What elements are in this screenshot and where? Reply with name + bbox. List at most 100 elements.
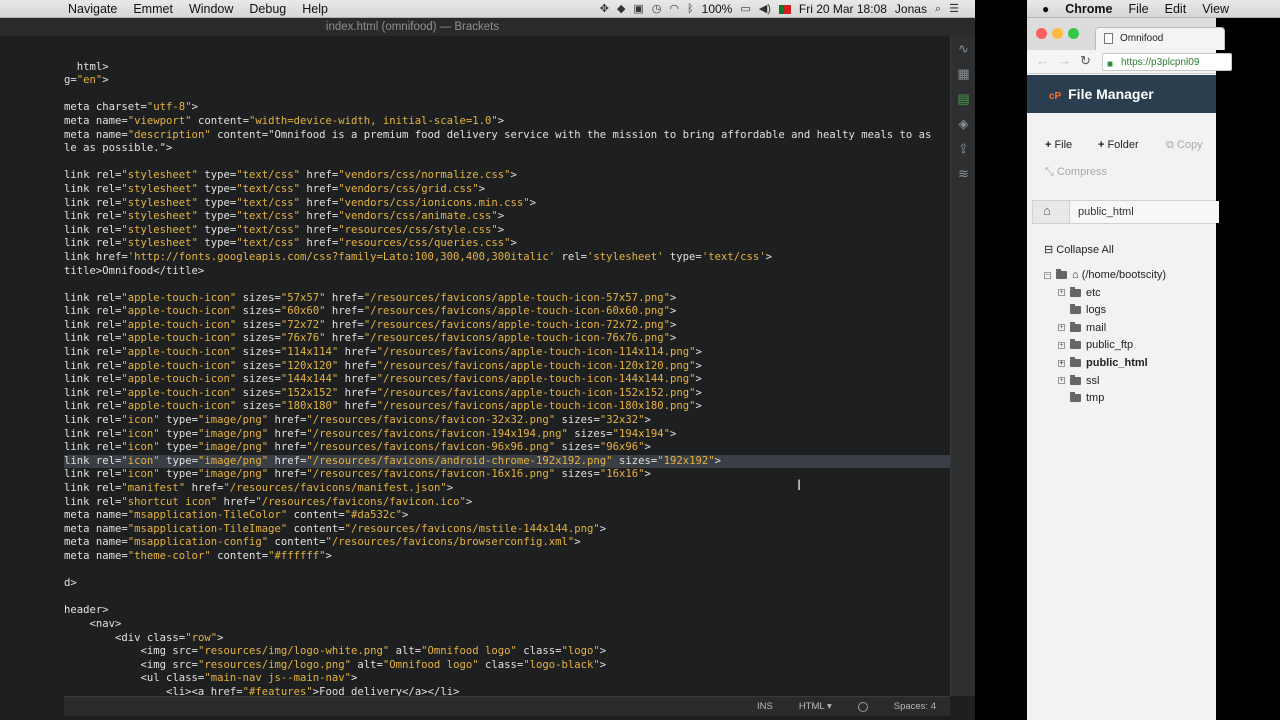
code-line[interactable] — [64, 278, 950, 292]
folder-etc[interactable]: + etc — [1044, 285, 1166, 303]
language-select[interactable]: HTML ▾ — [799, 701, 832, 712]
code-line[interactable]: <img src="resources/img/logo.png" alt="O… — [64, 659, 950, 673]
close-window-icon[interactable] — [1036, 28, 1047, 39]
indent-spaces[interactable]: Spaces: 4 — [894, 701, 936, 712]
code-line[interactable]: link rel="stylesheet" type="text/css" hr… — [64, 169, 950, 183]
code-line[interactable]: meta name="msapplication-TileColor" cont… — [64, 509, 950, 523]
expand-tree-icon[interactable]: + — [1058, 359, 1065, 367]
folder-public-ftp[interactable]: + public_ftp — [1044, 337, 1166, 355]
code-line[interactable]: link rel="stylesheet" type="text/css" hr… — [64, 237, 950, 251]
wifi-icon[interactable]: ◠ — [669, 0, 679, 18]
collapse-all-button[interactable]: ⊟ Collapse All — [1044, 243, 1114, 256]
screen-record-icon[interactable]: ▣ — [633, 0, 643, 18]
battery-icon[interactable]: ▭ — [740, 0, 750, 18]
code-line[interactable]: link rel="stylesheet" type="text/css" hr… — [64, 197, 950, 211]
code-line[interactable]: <img src="resources/img/logo-white.png" … — [64, 645, 950, 659]
code-line[interactable]: link rel="stylesheet" type="text/css" hr… — [64, 210, 950, 224]
code-line[interactable]: meta name="description" content="Omnifoo… — [64, 129, 950, 143]
linter-status-icon[interactable] — [857, 701, 868, 712]
code-editor[interactable]: html> g="en"> meta charset="utf-8"> meta na… — [64, 36, 950, 696]
menu-edit[interactable]: Edit — [1165, 2, 1203, 16]
code-line[interactable]: link rel="stylesheet" type="text/css" hr… — [64, 183, 950, 197]
code-line[interactable]: meta name="msapplication-TileImage" cont… — [64, 523, 950, 537]
extension-gift-icon[interactable]: ▤ — [951, 86, 976, 111]
dropbox-icon[interactable]: ✥ — [600, 0, 609, 18]
git-icon[interactable]: ◈ — [951, 111, 976, 136]
code-line[interactable]: link href='http://fonts.googleapis.com/c… — [64, 251, 950, 265]
code-line[interactable]: meta charset="utf-8"> — [64, 101, 950, 115]
folder-tmp[interactable]: tmp — [1044, 390, 1166, 408]
path-input[interactable]: public_html — [1069, 201, 1219, 223]
menu-help[interactable]: Help — [294, 0, 336, 18]
code-line[interactable] — [64, 47, 950, 61]
code-line[interactable]: <div class="row"> — [64, 632, 950, 646]
code-line[interactable]: <li><a href="#features">Food delivery</a… — [64, 686, 950, 696]
code-line[interactable]: link rel="apple-touch-icon" sizes="72x72… — [64, 319, 950, 333]
code-line[interactable]: meta name="msapplication-config" content… — [64, 536, 950, 550]
tree-root[interactable]: − ⌂ (/home/bootscity) — [1044, 267, 1166, 285]
live-preview-icon[interactable]: ∿ — [951, 36, 976, 61]
code-line[interactable]: link rel="apple-touch-icon" sizes="114x1… — [64, 346, 950, 360]
code-line[interactable]: link rel="icon" type="image/png" href="/… — [64, 454, 950, 469]
new-folder-button[interactable]: + Folder — [1098, 139, 1139, 151]
code-line[interactable]: meta name="viewport" content="width=devi… — [64, 115, 950, 129]
url-input[interactable]: ■ https://p3plcpnl09 — [1102, 53, 1232, 71]
code-line[interactable]: link rel="shortcut icon" href="/resource… — [64, 496, 950, 510]
code-line[interactable]: <ul class="main-nav js--main-nav"> — [64, 672, 950, 686]
menu-debug[interactable]: Debug — [241, 0, 294, 18]
volume-icon[interactable]: ◀) — [759, 0, 771, 18]
evernote-icon[interactable]: ◆ — [617, 0, 625, 18]
code-line[interactable]: link rel="apple-touch-icon" sizes="144x1… — [64, 373, 950, 387]
expand-tree-icon[interactable]: + — [1058, 341, 1065, 349]
code-line[interactable] — [64, 564, 950, 578]
layers-icon[interactable]: ≋ — [951, 161, 976, 186]
menu-window[interactable]: Window — [181, 0, 241, 18]
code-line[interactable]: link rel="manifest" href="/resources/fav… — [64, 482, 950, 496]
expand-tree-icon[interactable]: + — [1058, 377, 1065, 385]
code-line[interactable]: link rel="icon" type="image/png" href="/… — [64, 441, 950, 455]
copy-button[interactable]: ⧉ Copy — [1166, 139, 1203, 152]
code-line[interactable]: link rel="apple-touch-icon" sizes="57x57… — [64, 292, 950, 306]
code-line[interactable]: link rel="icon" type="image/png" href="/… — [64, 468, 950, 482]
time-machine-icon[interactable]: ◷ — [652, 0, 662, 18]
spotlight-search-icon[interactable]: ⌕ — [935, 0, 941, 18]
bluetooth-icon[interactable]: ᛒ — [687, 0, 694, 18]
menu-emmet[interactable]: Emmet — [125, 0, 181, 18]
code-line[interactable]: link rel="apple-touch-icon" sizes="60x60… — [64, 305, 950, 319]
code-line[interactable]: link rel="icon" type="image/png" href="/… — [64, 414, 950, 428]
apple-icon[interactable]: ● — [1027, 2, 1065, 16]
menu-navigate[interactable]: Navigate — [0, 0, 125, 18]
code-line[interactable]: link rel="apple-touch-icon" sizes="120x1… — [64, 360, 950, 374]
extension-manager-icon[interactable]: ▦ — [951, 61, 976, 86]
code-line[interactable]: header> — [64, 604, 950, 618]
code-lines[interactable]: html> g="en"> meta charset="utf-8"> meta na… — [64, 47, 950, 696]
menu-file[interactable]: File — [1128, 2, 1164, 16]
compress-button[interactable]: ⤡ Compress — [1045, 166, 1107, 179]
code-line[interactable]: link rel="stylesheet" type="text/css" hr… — [64, 224, 950, 238]
code-line[interactable]: html> — [64, 61, 950, 75]
zoom-window-icon[interactable] — [1068, 28, 1079, 39]
input-source-flag-icon[interactable] — [778, 4, 791, 14]
forward-arrow-icon[interactable]: → — [1058, 53, 1071, 68]
code-line[interactable]: link rel="apple-touch-icon" sizes="76x76… — [64, 332, 950, 346]
code-line[interactable] — [64, 591, 950, 605]
upload-icon[interactable]: ⇪ — [951, 136, 976, 161]
minimize-window-icon[interactable] — [1052, 28, 1063, 39]
new-file-button[interactable]: + File — [1045, 139, 1072, 151]
menu-view[interactable]: View — [1202, 2, 1245, 16]
code-line[interactable]: link rel="apple-touch-icon" sizes="180x1… — [64, 400, 950, 414]
menubar-datetime[interactable]: Fri 20 Mar 18:08 — [799, 2, 887, 16]
menubar-user[interactable]: Jonas — [895, 2, 927, 16]
folder-mail[interactable]: + mail — [1044, 320, 1166, 338]
code-line[interactable]: link rel="apple-touch-icon" sizes="152x1… — [64, 387, 950, 401]
notification-center-icon[interactable]: ☰ — [949, 0, 959, 18]
folder-logs[interactable]: logs — [1044, 302, 1166, 320]
tab-omnifood[interactable]: Omnifood — [1095, 27, 1225, 50]
menu-chrome[interactable]: Chrome — [1065, 2, 1128, 16]
code-line[interactable]: meta name="theme-color" content="#ffffff… — [64, 550, 950, 564]
folder-public-html[interactable]: + public_html — [1044, 355, 1166, 373]
code-line[interactable]: title>Omnifood</title> — [64, 265, 950, 279]
code-line[interactable]: le as possible."> — [64, 142, 950, 156]
code-line[interactable]: d> — [64, 577, 950, 591]
code-line[interactable]: link rel="icon" type="image/png" href="/… — [64, 428, 950, 442]
